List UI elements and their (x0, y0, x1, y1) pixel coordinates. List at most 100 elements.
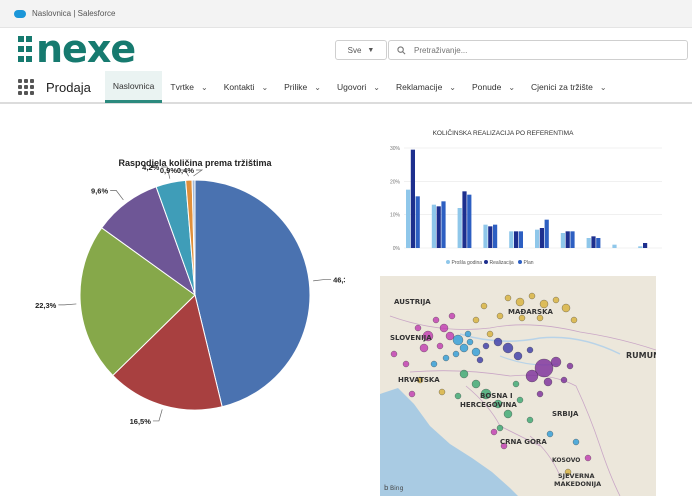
search-scope-dropdown[interactable]: Sve ▼ (335, 40, 387, 60)
map-marker[interactable] (539, 299, 549, 309)
nexe-logo[interactable]: nexe (18, 32, 168, 66)
map-provider: Bing (390, 485, 404, 492)
map-marker[interactable] (560, 376, 568, 384)
map-marker[interactable] (480, 302, 488, 310)
nav-item-2[interactable]: Kontakti ⌄ (216, 71, 276, 103)
bar (535, 229, 540, 248)
map-marker[interactable] (430, 360, 438, 368)
map-marker[interactable] (552, 296, 560, 304)
bar (441, 201, 446, 248)
chevron-down-icon[interactable]: ⌄ (449, 83, 456, 92)
map-marker[interactable] (528, 292, 536, 300)
map-marker[interactable] (536, 390, 544, 398)
map-label-slovenija: SLOVENIJA (390, 334, 432, 342)
map-marker[interactable] (448, 312, 456, 320)
map-marker[interactable] (543, 377, 553, 387)
map-marker[interactable] (466, 338, 474, 346)
app-name: Prodaja (46, 79, 91, 95)
map-marker[interactable] (419, 343, 429, 353)
browser-tab[interactable]: Naslovnica | Salesforce (0, 0, 692, 28)
map-marker[interactable] (408, 390, 416, 398)
map-marker[interactable] (442, 354, 450, 362)
chevron-down-icon[interactable]: ⌄ (600, 83, 607, 92)
map-marker[interactable] (525, 369, 539, 383)
map-marker[interactable] (464, 330, 472, 338)
map-marker[interactable] (496, 424, 504, 432)
map-marker[interactable] (584, 454, 592, 462)
bar (560, 233, 565, 248)
chevron-down-icon[interactable]: ⌄ (314, 83, 321, 92)
map-marker[interactable] (476, 356, 484, 364)
bar (643, 243, 648, 248)
map-marker[interactable] (438, 388, 446, 396)
pie-slice-label: 22,3% (35, 301, 57, 310)
map-marker[interactable] (471, 347, 481, 357)
bar (596, 238, 601, 248)
map-marker[interactable] (550, 356, 562, 368)
legend-label: Prošla godina (452, 260, 483, 266)
map-marker[interactable] (526, 416, 534, 424)
svg-text:b: b (384, 484, 389, 492)
map-marker[interactable] (454, 392, 462, 400)
map-marker[interactable] (436, 342, 444, 350)
nav-item-label: Tvrtke (170, 82, 195, 92)
map-marker[interactable] (459, 369, 469, 379)
bar (488, 226, 493, 248)
nav-item-3[interactable]: Prilike ⌄ (276, 71, 329, 103)
pie-slice-label: 9,6% (91, 186, 108, 195)
map-marker[interactable] (472, 316, 480, 324)
map-marker[interactable] (390, 350, 398, 358)
sales-map[interactable]: AUSTRIJA MAĐARSKA SLOVENIJA HRVATSKA BOS… (380, 276, 656, 496)
map-marker[interactable] (512, 380, 520, 388)
map-marker[interactable] (515, 297, 525, 307)
map-marker[interactable] (493, 337, 503, 347)
chevron-down-icon[interactable]: ⌄ (508, 83, 515, 92)
bar-chart-panel: KOLIČINSKA REALIZACIJA PO REFERENTIMA 30%… (378, 118, 668, 273)
map-marker[interactable] (445, 331, 455, 341)
nav-item-4[interactable]: Ugovori ⌄ (329, 71, 388, 103)
map-marker[interactable] (402, 360, 410, 368)
map-marker[interactable] (526, 346, 534, 354)
map-marker[interactable] (572, 438, 580, 446)
chevron-down-icon[interactable]: ⌄ (373, 83, 380, 92)
map-marker[interactable] (502, 342, 514, 354)
map-marker[interactable] (432, 316, 440, 324)
map-marker[interactable] (496, 312, 504, 320)
chevron-down-icon[interactable]: ⌄ (201, 83, 208, 92)
map-marker[interactable] (566, 362, 574, 370)
nav-item-5[interactable]: Reklamacije ⌄ (388, 71, 464, 103)
map-marker[interactable] (546, 430, 554, 438)
map-label-hrvatska: HRVATSKA (398, 376, 440, 384)
nav-item-0[interactable]: Naslovnica (104, 71, 163, 103)
map-marker[interactable] (561, 303, 571, 313)
map-marker[interactable] (486, 330, 494, 338)
map-marker[interactable] (490, 428, 498, 436)
map-marker[interactable] (516, 396, 524, 404)
nav-item-1[interactable]: Tvrtke ⌄ (162, 71, 215, 103)
map-marker[interactable] (414, 324, 422, 332)
nav-item-7[interactable]: Cjenici za tržište ⌄ (523, 71, 615, 103)
map-marker[interactable] (503, 409, 513, 419)
nav-item-6[interactable]: Ponude ⌄ (464, 71, 523, 103)
nav-item-label: Prilike (284, 82, 308, 92)
map-label-srbija: SRBIJA (552, 410, 579, 418)
map-marker[interactable] (513, 351, 523, 361)
pie-chart: Raspodjela količina prema tržištima46,3%… (35, 158, 355, 426)
map-marker[interactable] (570, 316, 578, 324)
map-marker[interactable] (504, 294, 512, 302)
map-marker[interactable] (439, 323, 449, 333)
map-marker[interactable] (452, 334, 464, 346)
map-marker[interactable] (482, 342, 490, 350)
bar (586, 238, 591, 248)
salesforce-window: Naslovnica | Salesforce nexe Sve ▼ Pretr… (0, 0, 692, 501)
map-marker[interactable] (459, 343, 469, 353)
bar-chart-title: KOLIČINSKA REALIZACIJA PO REFERENTIMA (433, 128, 575, 137)
global-search-box[interactable] (388, 40, 688, 60)
map-marker[interactable] (471, 379, 481, 389)
map-marker[interactable] (452, 350, 460, 358)
app-launcher-icon[interactable] (18, 79, 34, 95)
nav-item-label: Ponude (472, 82, 502, 92)
map-panel[interactable]: AUSTRIJA MAĐARSKA SLOVENIJA HRVATSKA BOS… (380, 276, 656, 496)
search-input[interactable] (414, 45, 654, 55)
chevron-down-icon[interactable]: ⌄ (261, 83, 268, 92)
